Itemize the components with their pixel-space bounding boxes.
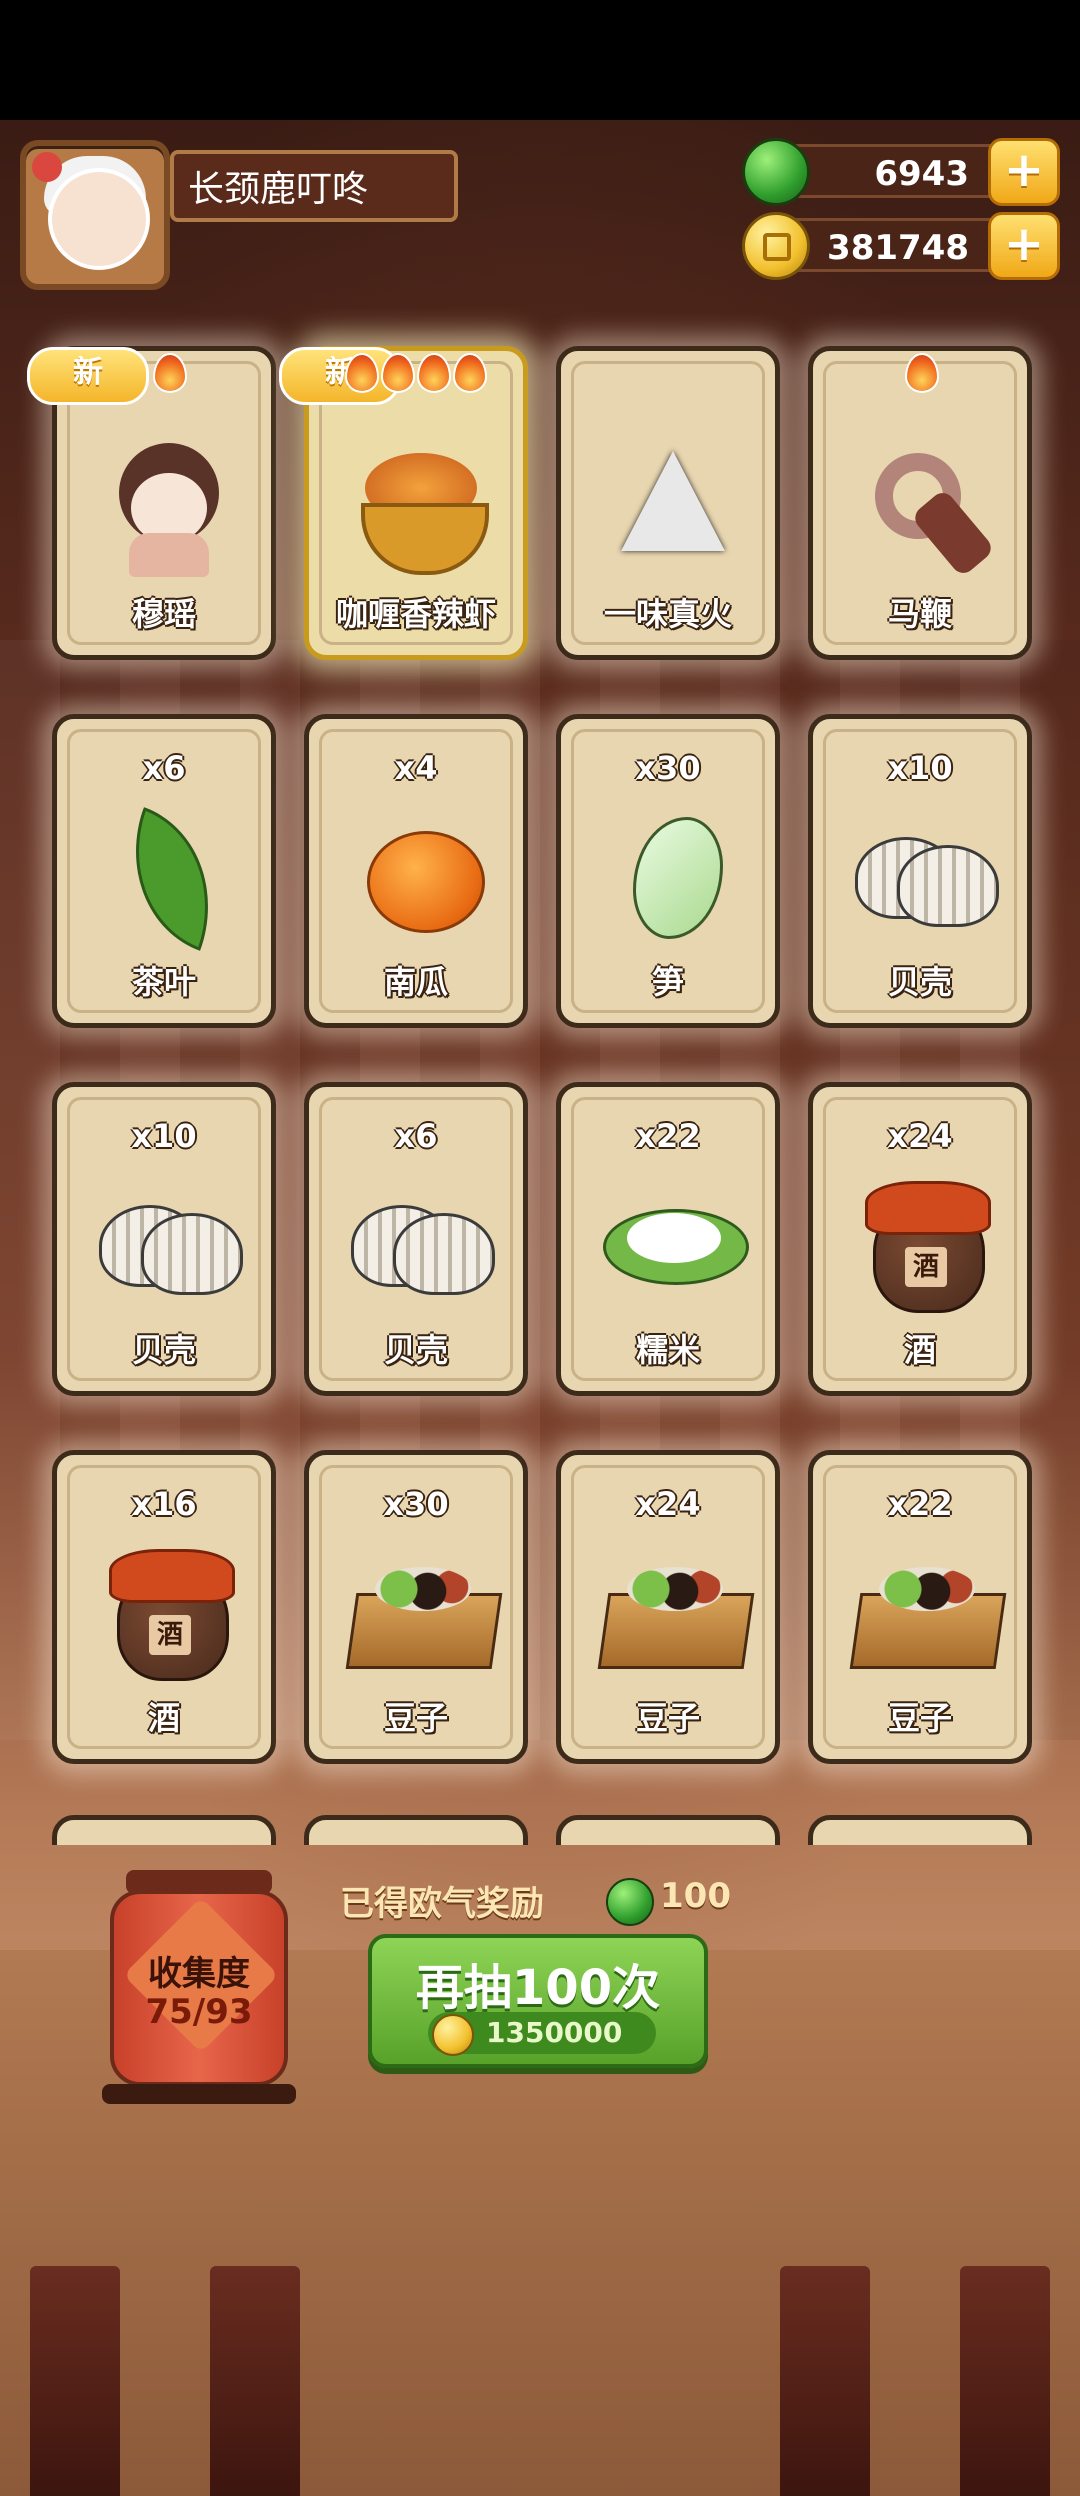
collection-progress-lantern[interactable]: 收集度 75/93	[102, 1870, 296, 2110]
wine-jar-icon: 酒	[855, 1169, 995, 1313]
card-label: 一味真火	[603, 595, 732, 633]
card-label: 豆子	[887, 1699, 952, 1737]
add-gems-button[interactable]: +	[988, 138, 1060, 206]
collection-progress: 75/93	[145, 1992, 253, 2032]
bean-box-icon	[597, 1537, 755, 1677]
card-label: 茶叶	[131, 963, 196, 1001]
pumpkin-icon	[351, 801, 491, 941]
rarity-flames	[345, 353, 487, 393]
reward-card-peek	[808, 1815, 1032, 1845]
rarity-flames	[905, 353, 939, 393]
shell-icon	[855, 801, 999, 941]
card-label: 咖喱香辣虾	[335, 595, 496, 633]
wine-jar-icon: 酒	[99, 1537, 239, 1681]
flame-icon	[381, 353, 415, 393]
item-count: x24	[887, 1117, 953, 1155]
reward-card[interactable]: x6 贝壳	[304, 1082, 528, 1396]
shell-icon	[99, 1169, 243, 1309]
flame-icon	[153, 353, 187, 393]
reward-card[interactable]: x30 笋	[556, 714, 780, 1028]
reward-card-peek	[52, 1815, 276, 1845]
item-count: x22	[635, 1117, 701, 1155]
add-coins-button[interactable]: +	[988, 212, 1060, 280]
item-count: x22	[887, 1485, 953, 1523]
item-count: x24	[635, 1485, 701, 1523]
bean-box-icon	[849, 1537, 1007, 1677]
rarity-flames	[153, 353, 187, 393]
luck-reward-label: 已得欧气奖励	[340, 1884, 544, 1924]
curry-dish-icon	[351, 433, 491, 575]
flame-icon	[417, 353, 451, 393]
card-label: 酒	[147, 1699, 180, 1737]
card-label: 南瓜	[383, 963, 448, 1001]
item-count: x16	[131, 1485, 197, 1523]
reward-card[interactable]: x22 豆子	[808, 1450, 1032, 1764]
collection-title: 收集度	[148, 1954, 250, 1994]
gold-coin-icon	[742, 212, 810, 280]
new-badge: 新	[27, 347, 149, 405]
green-gem-icon	[606, 1878, 654, 1926]
green-gem-icon	[742, 138, 810, 206]
reward-card[interactable]: x16 酒 酒	[52, 1450, 276, 1764]
card-label: 豆子	[635, 1699, 700, 1737]
avatar-face	[48, 168, 150, 270]
bean-box-icon	[345, 1537, 503, 1677]
item-count: x4	[394, 749, 438, 787]
girl-character-icon	[99, 433, 239, 577]
card-label: 笋	[651, 963, 684, 1001]
fence-post	[780, 2266, 870, 2496]
reward-card[interactable]: x24 酒 酒	[808, 1082, 1032, 1396]
item-count: x10	[887, 749, 953, 787]
item-count: x30	[635, 749, 701, 787]
reward-card[interactable]: 马鞭	[808, 346, 1032, 660]
sticky-rice-icon	[603, 1169, 749, 1309]
luck-reward: 已得欧气奖励 100	[340, 1876, 731, 1926]
reward-card[interactable]: x4 南瓜	[304, 714, 528, 1028]
reward-card[interactable]: x10 贝壳	[808, 714, 1032, 1028]
luck-reward-amount: 100	[660, 1876, 731, 1916]
card-label: 贝壳	[887, 963, 952, 1001]
bamboo-shoot-icon	[603, 801, 743, 941]
item-count: x6	[142, 749, 186, 787]
flame-icon	[905, 353, 939, 393]
redraw-100-button[interactable]: 再抽100次 1350000	[368, 1934, 708, 2068]
gem-counter: 6943 +	[742, 138, 1060, 206]
shell-icon	[351, 1169, 495, 1309]
coin-counter: 381748 +	[742, 212, 1060, 280]
next-row-peek	[52, 1815, 1038, 1845]
card-label: 酒	[903, 1331, 936, 1369]
player-name: 长颈鹿叮咚	[170, 150, 458, 222]
reward-card[interactable]: 新 穆瑶	[27, 346, 276, 660]
flame-icon	[345, 353, 379, 393]
triangle-emblem-icon	[603, 433, 743, 573]
avatar[interactable]	[20, 140, 170, 290]
card-label: 穆瑶	[131, 595, 196, 633]
card-label: 贝壳	[131, 1331, 196, 1369]
reward-card[interactable]: 新 咖喱香辣虾	[279, 346, 528, 660]
tea-leaf-icon	[99, 801, 240, 951]
card-label: 贝壳	[383, 1331, 448, 1369]
item-count: x6	[394, 1117, 438, 1155]
card-label: 豆子	[383, 1699, 448, 1737]
fence-post	[30, 2266, 120, 2496]
gold-coin-icon	[432, 2014, 474, 2056]
reward-card[interactable]: x10 贝壳	[52, 1082, 276, 1396]
whip-icon	[855, 433, 996, 578]
card-label: 马鞭	[887, 595, 952, 633]
fence-post	[210, 2266, 300, 2496]
reward-card[interactable]: 一味真火	[556, 346, 780, 660]
item-count: x10	[131, 1117, 197, 1155]
reward-card[interactable]: x6 茶叶	[52, 714, 276, 1028]
reward-card-peek	[304, 1815, 528, 1845]
reward-card[interactable]: x30 豆子	[304, 1450, 528, 1764]
redraw-label: 再抽100次	[415, 1960, 661, 2016]
reward-card[interactable]: x24 豆子	[556, 1450, 780, 1764]
avatar-bow	[32, 152, 62, 182]
item-count: x30	[383, 1485, 449, 1523]
reward-card-peek	[556, 1815, 780, 1845]
fence-post	[960, 2266, 1050, 2496]
card-label: 糯米	[635, 1331, 700, 1369]
reward-card[interactable]: x22 糯米	[556, 1082, 780, 1396]
flame-icon	[453, 353, 487, 393]
